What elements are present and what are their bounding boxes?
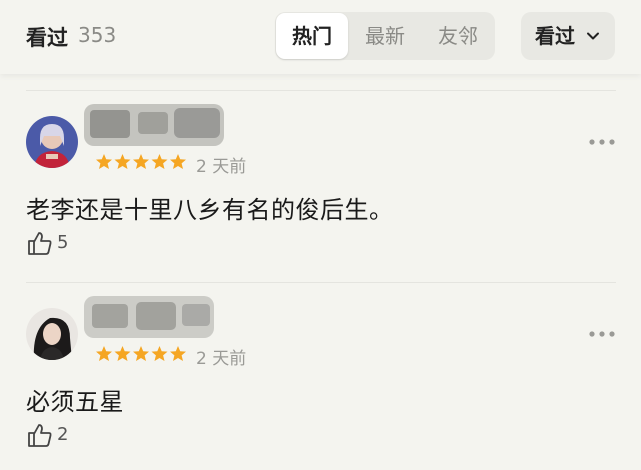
thumbs-up-icon[interactable] xyxy=(27,230,53,256)
divider xyxy=(26,282,616,283)
more-options-icon[interactable] xyxy=(588,330,616,338)
divider xyxy=(26,90,616,91)
star-rating xyxy=(96,154,186,169)
filter-dropdown[interactable]: 看过 xyxy=(521,12,615,60)
review-content: 必须五星 xyxy=(26,388,124,416)
sort-tabs: 热门 最新 友邻 xyxy=(275,12,495,60)
review-date: 2 天前 xyxy=(196,157,247,177)
review-content: 老李还是十里八乡有名的俊后生。 xyxy=(26,196,394,224)
more-options-icon[interactable] xyxy=(588,138,616,146)
thumbs-up-icon[interactable] xyxy=(27,422,53,448)
like-count: 5 xyxy=(57,232,69,253)
review-count: 353 xyxy=(78,23,117,47)
filter-label: 看过 xyxy=(535,24,575,48)
tab-friends[interactable]: 友邻 xyxy=(422,12,494,60)
like-count: 2 xyxy=(57,424,69,445)
header-bar: 看过 353 热门 最新 友邻 看过 xyxy=(0,0,641,74)
avatar[interactable] xyxy=(26,308,78,360)
username-redacted[interactable] xyxy=(82,100,232,152)
username-redacted[interactable] xyxy=(82,292,232,344)
chevron-down-icon xyxy=(587,32,599,40)
avatar[interactable] xyxy=(26,116,78,168)
tab-hot[interactable]: 热门 xyxy=(276,13,348,59)
star-rating xyxy=(96,346,186,361)
tab-latest[interactable]: 最新 xyxy=(349,12,421,60)
section-title: 看过 xyxy=(26,26,68,50)
review-date: 2 天前 xyxy=(196,349,247,369)
